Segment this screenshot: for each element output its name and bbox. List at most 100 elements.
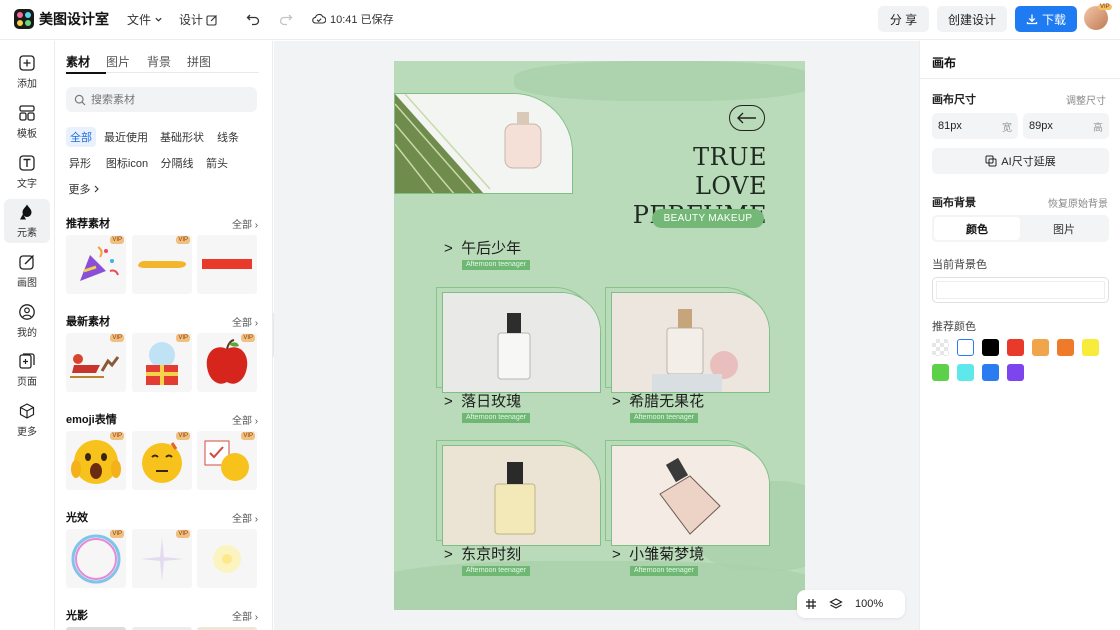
section-all-link[interactable]: 全部 › <box>232 412 258 427</box>
chip-all[interactable]: 全部 <box>66 127 96 147</box>
material-thumb[interactable]: VIP <box>197 333 257 392</box>
product-image-frame[interactable] <box>442 292 601 393</box>
vip-badge: VIP <box>176 334 190 342</box>
swatch-orange[interactable] <box>1057 339 1074 356</box>
zoom-level[interactable]: 100% <box>855 598 883 610</box>
share-button[interactable]: 分 享 <box>878 6 929 32</box>
poster-item-title[interactable]: > 落日玫瑰 <box>444 390 521 411</box>
material-thumb[interactable]: VIP <box>66 431 126 490</box>
swatch-yellow[interactable] <box>1082 339 1099 356</box>
poster-item-title[interactable]: > 小雏菊梦境 <box>612 543 704 564</box>
material-thumb[interactable]: VIP <box>132 431 192 490</box>
swatch-transparent[interactable] <box>932 339 949 356</box>
chip-basic-shapes[interactable]: 基础形状 <box>158 127 206 147</box>
section-all-link[interactable]: 全部 › <box>232 216 258 231</box>
section-title-light-shadow: 光影 <box>66 610 88 622</box>
tab-materials[interactable]: 素材 <box>66 53 106 74</box>
product-image-frame[interactable] <box>611 445 770 546</box>
material-thumb[interactable] <box>197 235 257 294</box>
height-field[interactable]: 89px 高 <box>1023 113 1109 139</box>
material-thumb[interactable]: VIP <box>132 333 192 392</box>
material-thumb[interactable] <box>197 529 257 588</box>
swatch-white[interactable] <box>957 339 974 356</box>
poster-item-sub[interactable]: Afternoon teenager <box>462 413 530 423</box>
poster-item-title[interactable]: > 东京时刻 <box>444 543 521 564</box>
chip-irregular[interactable]: 异形 <box>66 153 94 173</box>
resize-link[interactable]: 调整尺寸 <box>1066 92 1106 107</box>
current-bg-swatch[interactable] <box>932 277 1109 303</box>
poster-item-sub[interactable]: Afternoon teenager <box>630 413 698 423</box>
poster-item-title[interactable]: > 午后少年 <box>444 237 521 258</box>
redo-icon[interactable] <box>279 12 293 26</box>
material-thumb[interactable]: VIP <box>66 235 126 294</box>
chip-recent[interactable]: 最近使用 <box>103 127 149 147</box>
swatch-blue[interactable] <box>982 364 999 381</box>
divider <box>920 78 1120 79</box>
section-all-link[interactable]: 全部 › <box>232 608 258 623</box>
vip-badge: VIP <box>110 432 124 440</box>
chip-dividers[interactable]: 分隔线 <box>158 153 196 173</box>
swatch-red[interactable] <box>1007 339 1024 356</box>
create-design-button[interactable]: 创建设计 <box>937 6 1007 32</box>
poster-item-sub[interactable]: Afternoon teenager <box>462 566 530 576</box>
swatch-green[interactable] <box>932 364 949 381</box>
rail-item-text[interactable]: 文字 <box>4 150 50 194</box>
rail-item-mine[interactable]: 我的 <box>4 299 50 343</box>
poster-item-sub[interactable]: Afternoon teenager <box>462 260 530 270</box>
poster-title-line1: TRUE LOVE <box>693 143 767 200</box>
rail-label: 更多 <box>17 427 37 438</box>
chip-lines[interactable]: 线条 <box>214 127 242 147</box>
rail-item-elements[interactable]: 元素 <box>4 199 50 243</box>
chip-arrows[interactable]: 箭头 <box>204 153 230 173</box>
rail-item-draw[interactable]: 画图 <box>4 249 50 293</box>
current-bg-label: 当前背景色 <box>932 259 987 271</box>
avatar-vip-badge: VIP <box>1098 4 1112 10</box>
app-logo[interactable]: 美图设计室 <box>14 9 109 29</box>
poster-item-title[interactable]: > 希腊无果花 <box>612 390 704 411</box>
poster-item-name: 小雏菊梦境 <box>629 546 705 563</box>
swatch-black[interactable] <box>982 339 999 356</box>
material-thumb[interactable]: VIP <box>132 529 192 588</box>
material-thumb[interactable]: VIP <box>66 333 126 392</box>
tab-backgrounds[interactable]: 背景 <box>147 53 187 73</box>
width-field[interactable]: 81px 宽 <box>932 113 1018 139</box>
swatch-purple[interactable] <box>1007 364 1024 381</box>
product-image-frame[interactable] <box>442 445 601 546</box>
tab-image[interactable]: 图片 <box>1021 217 1107 240</box>
vip-badge: VIP <box>176 236 190 244</box>
restore-bg-link[interactable]: 恢复原始背景 <box>1048 195 1108 210</box>
text-icon <box>19 155 35 171</box>
product-image-frame[interactable] <box>611 292 770 393</box>
rail-item-template[interactable]: 模板 <box>4 100 50 144</box>
grid-icon[interactable] <box>805 598 817 610</box>
vip-badge: VIP <box>110 334 124 342</box>
tab-collage[interactable]: 拼图 <box>187 53 227 73</box>
tab-color[interactable]: 颜色 <box>934 217 1020 240</box>
swatch-cyan[interactable] <box>957 364 974 381</box>
chip-more[interactable]: 更多 <box>66 179 102 199</box>
tab-images[interactable]: 图片 <box>106 53 147 73</box>
search-box[interactable] <box>66 87 257 112</box>
material-thumb[interactable]: VIP <box>197 431 257 490</box>
chip-icons[interactable]: 图标icon <box>103 153 151 173</box>
section-all-link[interactable]: 全部 › <box>232 314 258 329</box>
poster-item-sub[interactable]: Afternoon teenager <box>630 566 698 576</box>
ai-extend-button[interactable]: AI尺寸延展 <box>932 148 1109 174</box>
layers-icon[interactable] <box>829 597 843 611</box>
undo-icon[interactable] <box>246 12 260 26</box>
section-all-link[interactable]: 全部 › <box>232 510 258 525</box>
poster-tag[interactable]: BEAUTY MAKEUP <box>652 209 764 228</box>
rail-item-more[interactable]: 更多 <box>4 398 50 442</box>
swatch-light-orange[interactable] <box>1032 339 1049 356</box>
material-thumb[interactable]: VIP <box>132 235 192 294</box>
search-input[interactable] <box>91 93 241 106</box>
canvas-size-label: 画布尺寸 <box>932 94 976 106</box>
poster-canvas[interactable]: TRUE LOVE PERFUME BEAUTY MAKEUP > 午后少年 A… <box>394 61 805 610</box>
rail-item-pages[interactable]: 页面 <box>4 348 50 392</box>
material-thumb[interactable]: VIP <box>66 529 126 588</box>
download-button[interactable]: 下载 <box>1015 6 1077 32</box>
file-menu[interactable]: 文件 <box>127 11 163 28</box>
design-menu[interactable]: 设计 <box>179 11 218 28</box>
rail-item-add[interactable]: 添加 <box>4 50 50 94</box>
hero-image-frame[interactable] <box>394 93 573 194</box>
